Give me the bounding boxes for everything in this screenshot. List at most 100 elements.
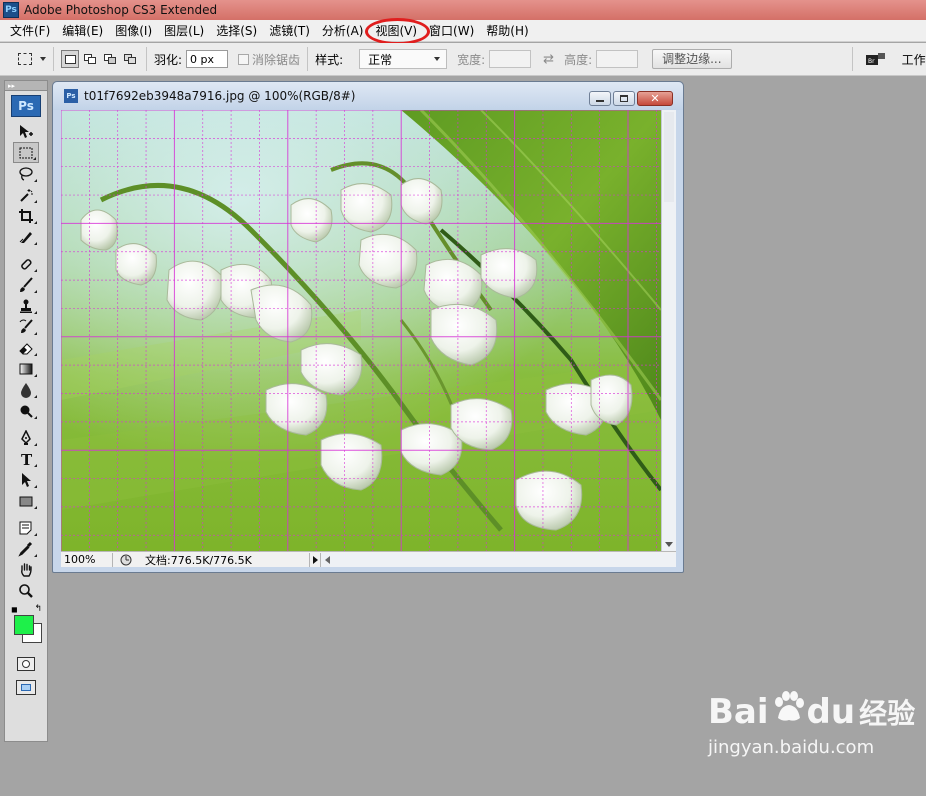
photoshop-logo-icon: Ps [3, 2, 19, 18]
scroll-left-arrow-icon[interactable] [325, 555, 330, 564]
antialias-label: 消除锯齿 [252, 52, 301, 67]
maximize-button[interactable] [613, 91, 635, 106]
screen-mode-icon[interactable] [16, 680, 36, 695]
close-icon: ✕ [650, 92, 660, 105]
width-input [489, 50, 532, 68]
brush-tool-icon[interactable] [13, 274, 39, 295]
maximize-icon [620, 95, 628, 102]
history-brush-tool-icon[interactable] [13, 316, 39, 337]
menu-file[interactable]: 文件(F) [4, 20, 56, 42]
selection-mode-group [61, 50, 139, 68]
rect-marquee-icon [18, 53, 32, 65]
rect-marquee-tool-icon[interactable] [13, 142, 39, 163]
style-select[interactable]: 正常 [359, 49, 448, 69]
divider [851, 47, 853, 71]
app-titlebar: Ps Adobe Photoshop CS3 Extended [0, 0, 926, 20]
blur-tool-icon[interactable] [13, 379, 39, 400]
divider [307, 47, 309, 71]
bridge-icon[interactable]: Br [864, 50, 888, 68]
height-label: 高度: [564, 52, 593, 67]
swap-colors-icon[interactable]: ↰ [34, 604, 42, 614]
dodge-tool-icon[interactable] [13, 400, 39, 421]
scroll-thumb[interactable] [664, 112, 674, 202]
menu-window[interactable]: 窗口(W) [423, 20, 480, 42]
menu-filter[interactable]: 滤镜(T) [263, 20, 316, 42]
path-selection-tool-icon[interactable] [13, 469, 39, 490]
baidu-paw-icon [771, 690, 805, 733]
width-label: 宽度: [457, 52, 486, 67]
document-statusbar: 100% 文档:776.5K/776.5K [61, 551, 676, 567]
eraser-tool-icon[interactable] [13, 337, 39, 358]
status-info-icon[interactable] [119, 554, 133, 566]
lily-of-the-valley-photo [61, 110, 661, 551]
options-bar: 羽化: 消除锯齿 样式: 正常 宽度: ⇄ 高度: 调整边缘... Br 工作 [0, 43, 926, 76]
svg-text:T: T [21, 451, 33, 467]
slice-tool-icon[interactable] [13, 226, 39, 247]
crop-tool-icon[interactable] [13, 205, 39, 226]
menu-analysis[interactable]: 分析(A) [316, 20, 370, 42]
photoshop-badge-icon[interactable]: Ps [11, 95, 41, 117]
document-title: t01f7692eb3948a7916.jpg @ 100%(RGB/8#) [84, 89, 356, 103]
magic-wand-tool-icon[interactable] [13, 184, 39, 205]
menu-edit[interactable]: 编辑(E) [56, 20, 109, 42]
pen-tool-icon[interactable] [13, 427, 39, 448]
lasso-tool-icon[interactable] [13, 163, 39, 184]
move-tool-icon[interactable] [13, 121, 39, 142]
refine-edge-button[interactable]: 调整边缘... [652, 49, 732, 69]
menu-help[interactable]: 帮助(H) [480, 20, 534, 42]
feather-input[interactable] [186, 50, 229, 68]
foreground-color[interactable] [14, 615, 34, 635]
tool-preset-picker[interactable] [18, 53, 46, 65]
divider [53, 47, 54, 71]
minimize-icon [596, 99, 604, 102]
scroll-down-arrow-icon[interactable] [665, 542, 673, 547]
type-tool-icon[interactable]: T [13, 448, 39, 469]
document-ps-icon: Ps [64, 89, 78, 103]
hand-tool-icon[interactable] [13, 559, 39, 580]
menu-layer[interactable]: 图层(L) [158, 20, 210, 42]
close-button[interactable]: ✕ [637, 91, 673, 106]
menu-bar: 文件(F) 编辑(E) 图像(I) 图层(L) 选择(S) 滤镜(T) 分析(A… [0, 20, 926, 42]
eyedropper-tool-icon[interactable] [13, 538, 39, 559]
height-input [596, 50, 639, 68]
panel-grip[interactable]: ▸▸ [5, 81, 47, 91]
style-select-value: 正常 [368, 52, 393, 67]
watermark-brand-cn: 经验 [859, 696, 916, 730]
default-colors-icon[interactable]: ◼ [11, 605, 18, 614]
zoom-tool-icon[interactable] [13, 580, 39, 601]
document-size-info: 文档:776.5K/776.5K [145, 553, 252, 567]
intersect-selection-button[interactable] [121, 50, 139, 68]
menu-view[interactable]: 视图(V) [369, 20, 423, 42]
antialias-checkbox[interactable]: 消除锯齿 [238, 51, 300, 68]
minimize-button[interactable] [589, 91, 611, 106]
color-swatches: ◼ ↰ [8, 604, 44, 651]
style-label: 样式: [315, 52, 344, 67]
checkbox-box [238, 53, 250, 65]
document-titlebar[interactable]: Ps t01f7692eb3948a7916.jpg @ 100%(RGB/8#… [53, 82, 683, 110]
menu-image[interactable]: 图像(I) [109, 20, 158, 42]
rectangle-shape-tool-icon[interactable] [13, 490, 39, 511]
subtract-selection-button[interactable] [101, 50, 119, 68]
watermark-brand-right: du [806, 691, 856, 732]
baidu-jingyan-watermark: Bai du 经验 jingyan.baidu.com [708, 690, 918, 780]
zoom-level-field[interactable]: 100% [61, 552, 113, 567]
image-canvas[interactable] [61, 110, 661, 551]
new-selection-button[interactable] [61, 50, 79, 68]
status-menu-arrow-icon[interactable] [309, 552, 321, 567]
notes-tool-icon[interactable] [13, 517, 39, 538]
watermark-url: jingyan.baidu.com [708, 737, 875, 758]
healing-brush-tool-icon[interactable] [13, 253, 39, 274]
chevron-down-icon [40, 57, 46, 61]
menu-select[interactable]: 选择(S) [210, 20, 263, 42]
add-selection-button[interactable] [81, 50, 99, 68]
workspace-button[interactable]: 工作 [902, 51, 926, 68]
quick-mask-icon[interactable] [17, 657, 35, 671]
feather-label: 羽化: [154, 52, 183, 67]
vertical-scrollbar[interactable] [661, 110, 676, 551]
gradient-tool-icon[interactable] [13, 358, 39, 379]
svg-text:Br: Br [868, 58, 875, 65]
horizontal-scrollbar[interactable] [321, 552, 676, 567]
clone-stamp-tool-icon[interactable] [13, 295, 39, 316]
watermark-brand-left: Bai [708, 691, 769, 732]
swap-dimensions-icon: ⇄ [543, 51, 555, 67]
